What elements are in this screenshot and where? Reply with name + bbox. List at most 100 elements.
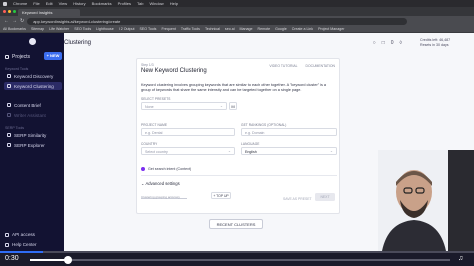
new-clustering-form: Step 1/3 New Keyword Clustering VIDEO TU… [136,58,340,214]
sidebar-item-label: Content Brief [14,102,41,108]
menu-window[interactable]: Window [149,1,163,6]
zoom-window-icon[interactable] [13,10,16,13]
documentation-link[interactable]: DOCUMENTATION [306,64,335,68]
language-value: English [245,149,257,154]
bookmark-item[interactable]: SEO Tools [74,27,91,31]
buffer-progress-fill [0,251,43,253]
top-up-button[interactable]: + TOP UP [211,192,231,199]
form-description: Keyword clustering involves grouping key… [141,83,327,92]
close-window-icon[interactable] [3,10,6,13]
gift-icon[interactable]: □ [382,40,385,46]
apple-icon[interactable] [3,1,7,6]
menu-bookmarks[interactable]: Bookmarks [92,1,112,6]
menu-profiles[interactable]: Profiles [118,1,131,6]
project-name-input[interactable]: e.g. Dental [141,128,235,136]
browser-tab[interactable]: Keyword Insights [18,9,80,16]
document-icon [7,103,11,107]
reload-icon[interactable]: ↻ [20,18,24,24]
search-icon [7,74,11,78]
bookmark-item[interactable]: Life Watcher [49,27,69,31]
bookmark-item[interactable]: seo.ai [225,27,235,31]
bookmark-item[interactable]: Technical [205,27,220,31]
bookmark-item[interactable]: Sitemap [31,27,44,31]
language-select[interactable]: English ⌄ [241,147,337,155]
minimize-window-icon[interactable] [8,10,11,13]
grouping-accuracy-slider[interactable]: Clustering grouping accuracy [141,195,187,199]
credits-reset: Resets in 30 days [420,42,449,47]
sidebar-item-serp-similarity[interactable]: SERP Similarity [4,131,62,139]
bookmark-item[interactable]: Project Manager [318,27,344,31]
browser-tab-strip: Keyword Insights [0,7,474,16]
help-center-link[interactable]: Help Center [5,242,37,247]
presets-value: None [145,104,154,109]
bookmark-item[interactable]: Frequent [161,27,175,31]
projects-link[interactable]: Projects [5,54,30,60]
menu-history[interactable]: History [73,1,85,6]
sidebar-item-serp-explorer[interactable]: SERP Explorer [4,141,62,149]
video-player-controls: 0:30 ♫ [0,251,474,266]
api-access-label: API access [12,232,35,237]
toggle-on-icon [141,167,145,171]
sidebar-item-keyword-clustering[interactable]: Keyword Clustering [4,82,62,90]
bookmark-item[interactable]: Google [275,27,287,31]
menu-tab[interactable]: Tab [137,1,143,6]
account-info[interactable]: Credits left: 46,487 Resets in 30 days [420,38,450,47]
address-bar[interactable]: app.keywordinsights.ai/keyword-clusterin… [27,17,408,25]
video-tutorial-link[interactable]: VIDEO TUTORIAL [269,64,297,68]
folder-icon [5,55,9,59]
menu-chrome[interactable]: Chrome [13,1,27,6]
seek-handle[interactable] [63,255,72,264]
country-value: Select country [145,149,168,154]
forward-icon[interactable]: → [12,18,17,24]
chat-icon[interactable]: ○ [373,40,376,46]
recent-clusters-button[interactable]: RECENT CLUSTERS [209,219,263,229]
api-access-link[interactable]: API access [5,232,35,237]
rankings-label: GET RANKINGS (OPTIONAL) [241,123,287,127]
bookmark-item[interactable]: Lighthouse [96,27,114,31]
bookmark-item[interactable]: Remote [258,27,271,31]
bookmark-item[interactable]: I 2 Output [119,27,135,31]
bookmarks-bar: All Bookmarks Sitemap Life Watcher SEO T… [0,26,474,33]
search-intent-toggle[interactable]: Get search intent (Context) [141,167,191,171]
section-keyword-tools: Keyword Tools [5,67,29,71]
country-select[interactable]: Select country ⌄ [141,147,235,155]
sidebar-item-writer-assistant[interactable]: Writer Assistant [4,111,62,119]
menu-edit[interactable]: Edit [46,1,53,6]
presets-manage-button[interactable]: M [229,102,237,110]
step-indicator: Step 1/3 [141,63,154,67]
cluster-icon [7,84,11,88]
notification-icon[interactable]: ◊ [400,40,402,46]
bookmark-item[interactable]: Create a Link [292,27,313,31]
bookmark-item[interactable]: Manage [240,27,253,31]
sidebar-item-label: Keyword Clustering [14,83,54,89]
menu-file[interactable]: File [33,1,39,6]
presets-select[interactable]: None ⌄ [141,102,227,110]
back-icon[interactable]: ← [4,18,9,24]
bookmark-item[interactable]: Traffic Tools [181,27,200,31]
menu-view[interactable]: View [59,1,68,6]
seek-bar[interactable] [30,259,450,261]
timecode: 0:30 [5,255,19,262]
save-preset-button[interactable]: SAVE AS PRESET [283,197,312,201]
app-logo[interactable] [29,38,36,45]
sidebar-item-keyword-discovery[interactable]: Keyword Discovery [4,72,62,80]
menu-help[interactable]: Help [170,1,178,6]
sidebar-item-label: SERP Similarity [14,132,47,138]
macos-menu-bar: Chrome File Edit View History Bookmarks … [0,0,474,7]
volume-icon[interactable]: ♫ [458,255,463,262]
chevron-down-icon: ⌄ [329,149,333,153]
new-button[interactable]: + NEW [44,52,62,60]
advanced-settings-toggle[interactable]: ⌄ Advanced settings [141,181,180,186]
browser-toolbar: ← → ↻ app.keywordinsights.ai/keyword-clu… [0,16,474,26]
rankings-input[interactable]: e.g. Domain [241,128,337,136]
presenter-webcam-image [378,150,474,251]
search-intent-label: Get search intent (Context) [148,167,192,171]
next-button[interactable]: NEXT [315,193,335,201]
seek-bar-fill [30,259,68,261]
project-name-label: PROJECT NAME [141,123,168,127]
projects-label: Projects [12,54,31,60]
bookmark-item[interactable]: SEO Tools [140,27,157,31]
bookmark-item[interactable]: All Bookmarks [3,27,26,31]
sidebar-item-content-brief[interactable]: Content Brief [4,101,62,109]
divider [141,175,337,176]
